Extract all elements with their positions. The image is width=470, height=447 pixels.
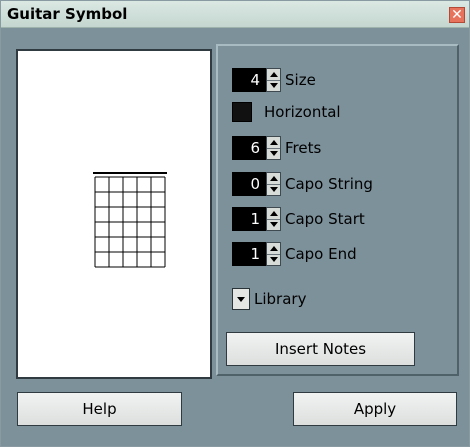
spin-down-icon[interactable] [267,254,280,265]
frets-row: 6 Frets [232,135,321,161]
frets-value[interactable]: 6 [232,136,266,160]
capo-start-row: 1 Capo Start [232,206,365,232]
capo-end-row: 1 Capo End [232,241,357,267]
spin-down-icon[interactable] [267,148,280,159]
capo-string-spinner[interactable] [266,172,281,196]
size-value[interactable]: 4 [232,68,266,92]
horizontal-row: Horizontal [232,99,341,125]
title-bar[interactable]: Guitar Symbol ✕ [1,1,469,28]
apply-button[interactable]: Apply [293,392,457,426]
library-row: Library [232,286,306,312]
size-label: Size [285,71,316,89]
size-spinner[interactable] [266,68,281,92]
horizontal-label: Horizontal [264,103,341,121]
help-button[interactable]: Help [17,392,182,426]
capo-string-row: 0 Capo String [232,171,373,197]
capo-start-value[interactable]: 1 [232,207,266,231]
insert-notes-button[interactable]: Insert Notes [226,332,415,366]
guitar-chord-diagram [93,172,167,268]
chevron-down-icon [237,296,245,302]
chord-preview [16,49,212,379]
guitar-symbol-dialog: Guitar Symbol ✕ 4 Size Horizontal 6 Fret… [0,0,470,447]
capo-start-label: Capo Start [285,210,365,228]
frets-spinner[interactable] [266,136,281,160]
capo-string-label: Capo String [285,175,373,193]
frets-label: Frets [285,139,322,157]
horizontal-checkbox[interactable] [232,102,252,122]
capo-end-spinner[interactable] [266,242,281,266]
capo-string-value[interactable]: 0 [232,172,266,196]
capo-start-spinner[interactable] [266,207,281,231]
window-title: Guitar Symbol [7,5,128,23]
spin-down-icon[interactable] [267,80,280,91]
close-icon[interactable]: ✕ [449,7,465,23]
spin-down-icon[interactable] [267,219,280,230]
spin-down-icon[interactable] [267,184,280,195]
capo-end-label: Capo End [285,245,357,263]
library-label: Library [254,290,307,308]
size-row: 4 Size [232,67,316,93]
library-dropdown[interactable] [232,288,250,310]
capo-end-value[interactable]: 1 [232,242,266,266]
